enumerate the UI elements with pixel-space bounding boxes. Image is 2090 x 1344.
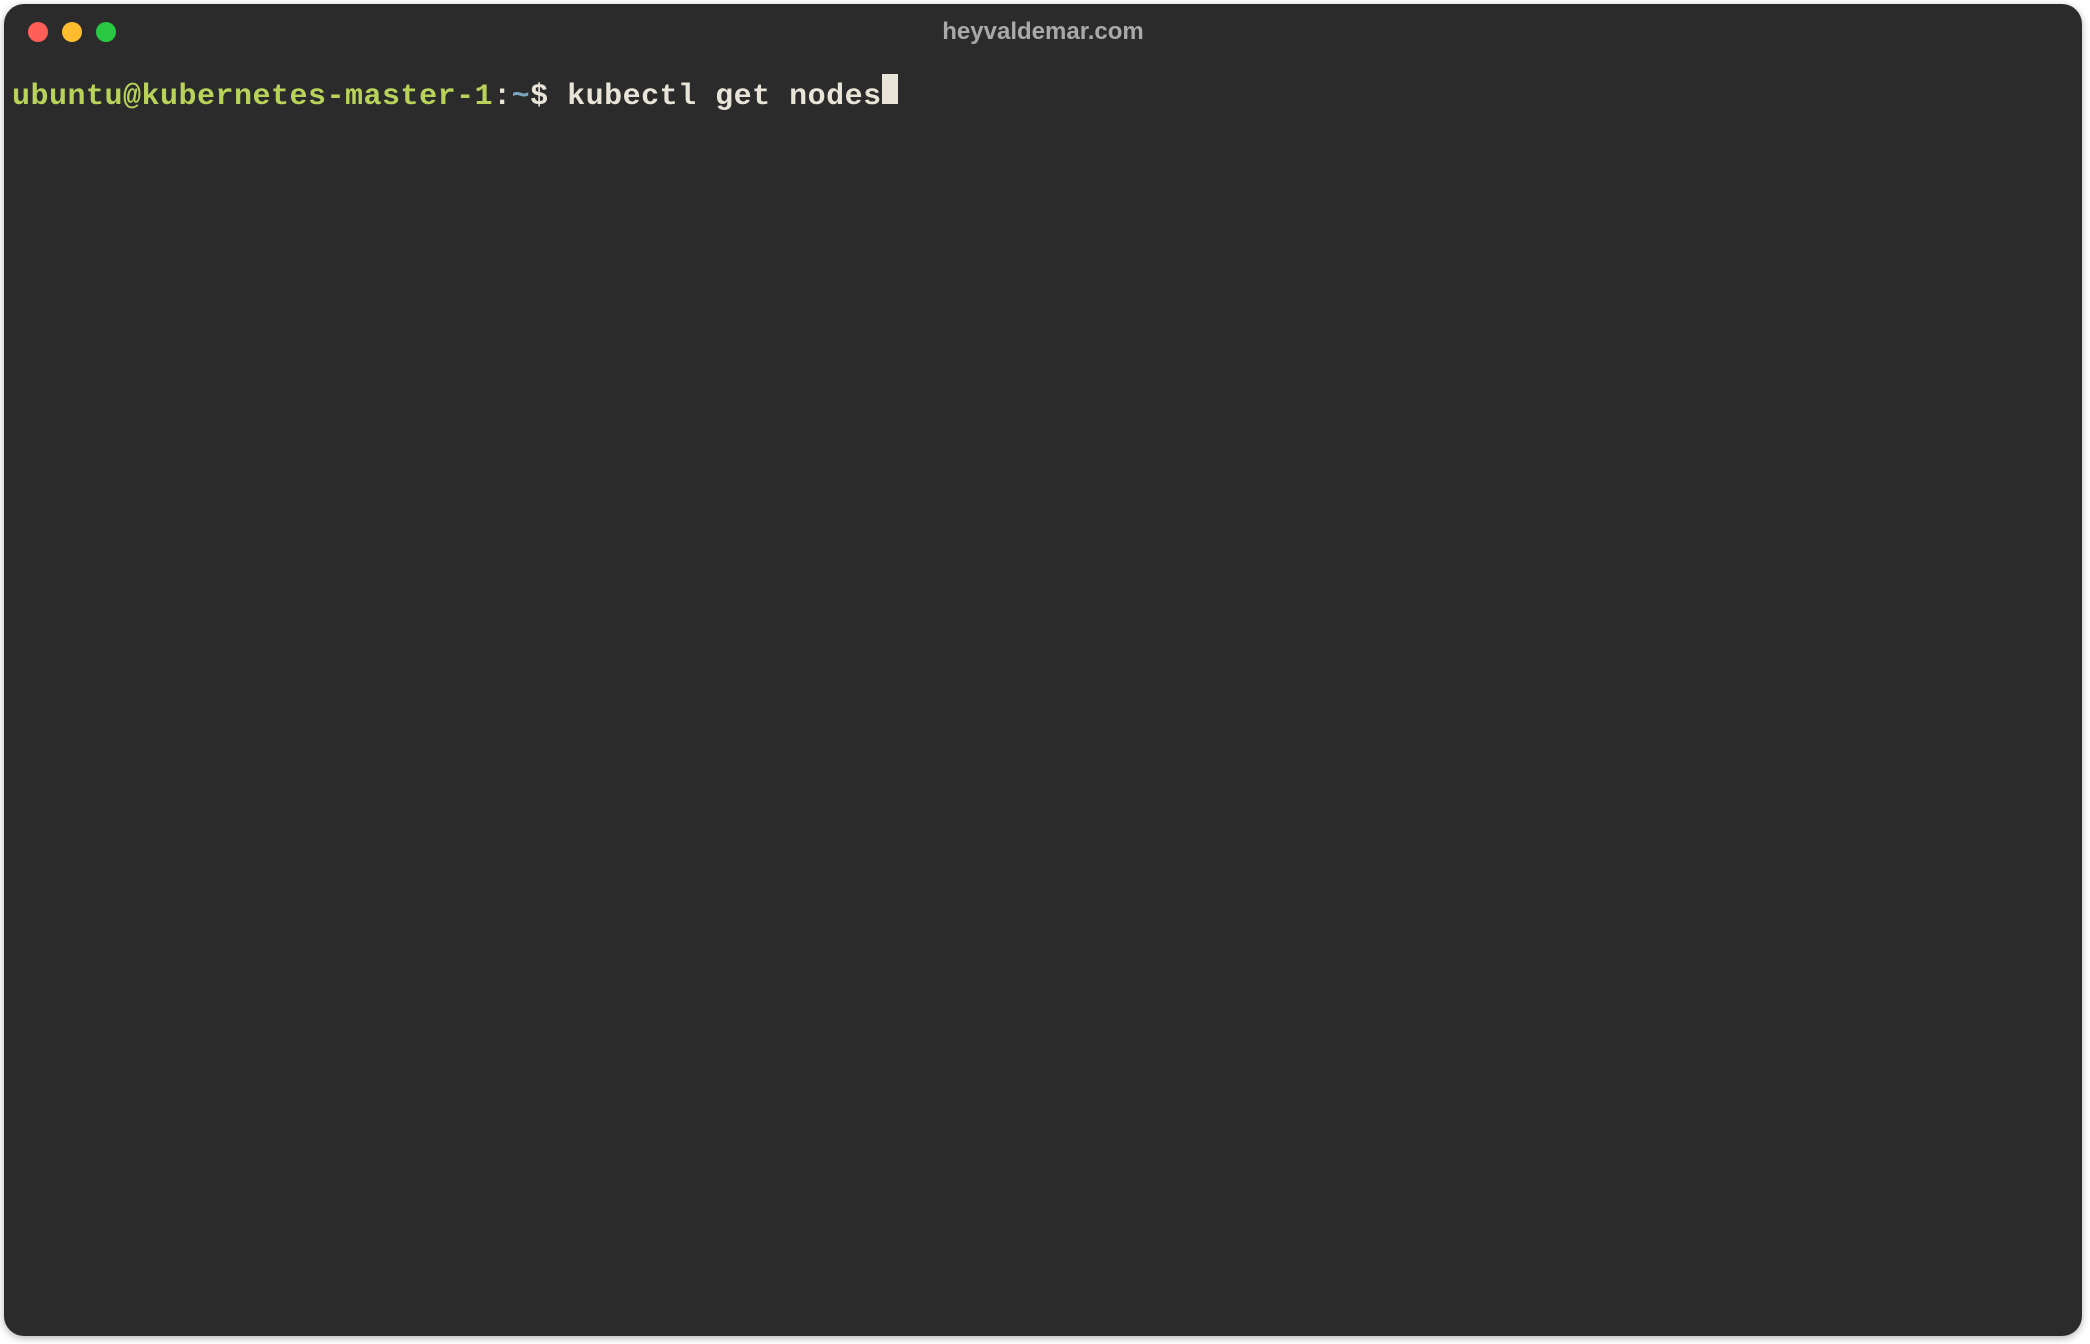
terminal-window: heyvaldemar.com ubuntu@kubernetes-master… [4, 4, 2082, 1336]
prompt-symbol: $ [530, 78, 549, 117]
cursor [882, 74, 898, 104]
prompt-path: ~ [512, 78, 531, 117]
minimize-button[interactable] [62, 22, 82, 42]
titlebar: heyvaldemar.com [4, 4, 2082, 60]
terminal-body[interactable]: ubuntu@kubernetes-master-1:~$ kubectl ge… [4, 60, 2082, 1336]
traffic-lights [28, 22, 116, 42]
prompt-user-host: ubuntu@kubernetes-master-1 [12, 78, 493, 117]
prompt-line: ubuntu@kubernetes-master-1:~$ kubectl ge… [12, 74, 2074, 117]
command-input[interactable]: kubectl get nodes [549, 78, 882, 117]
maximize-button[interactable] [96, 22, 116, 42]
close-button[interactable] [28, 22, 48, 42]
prompt-separator: : [493, 78, 512, 117]
window-title: heyvaldemar.com [942, 18, 1143, 46]
